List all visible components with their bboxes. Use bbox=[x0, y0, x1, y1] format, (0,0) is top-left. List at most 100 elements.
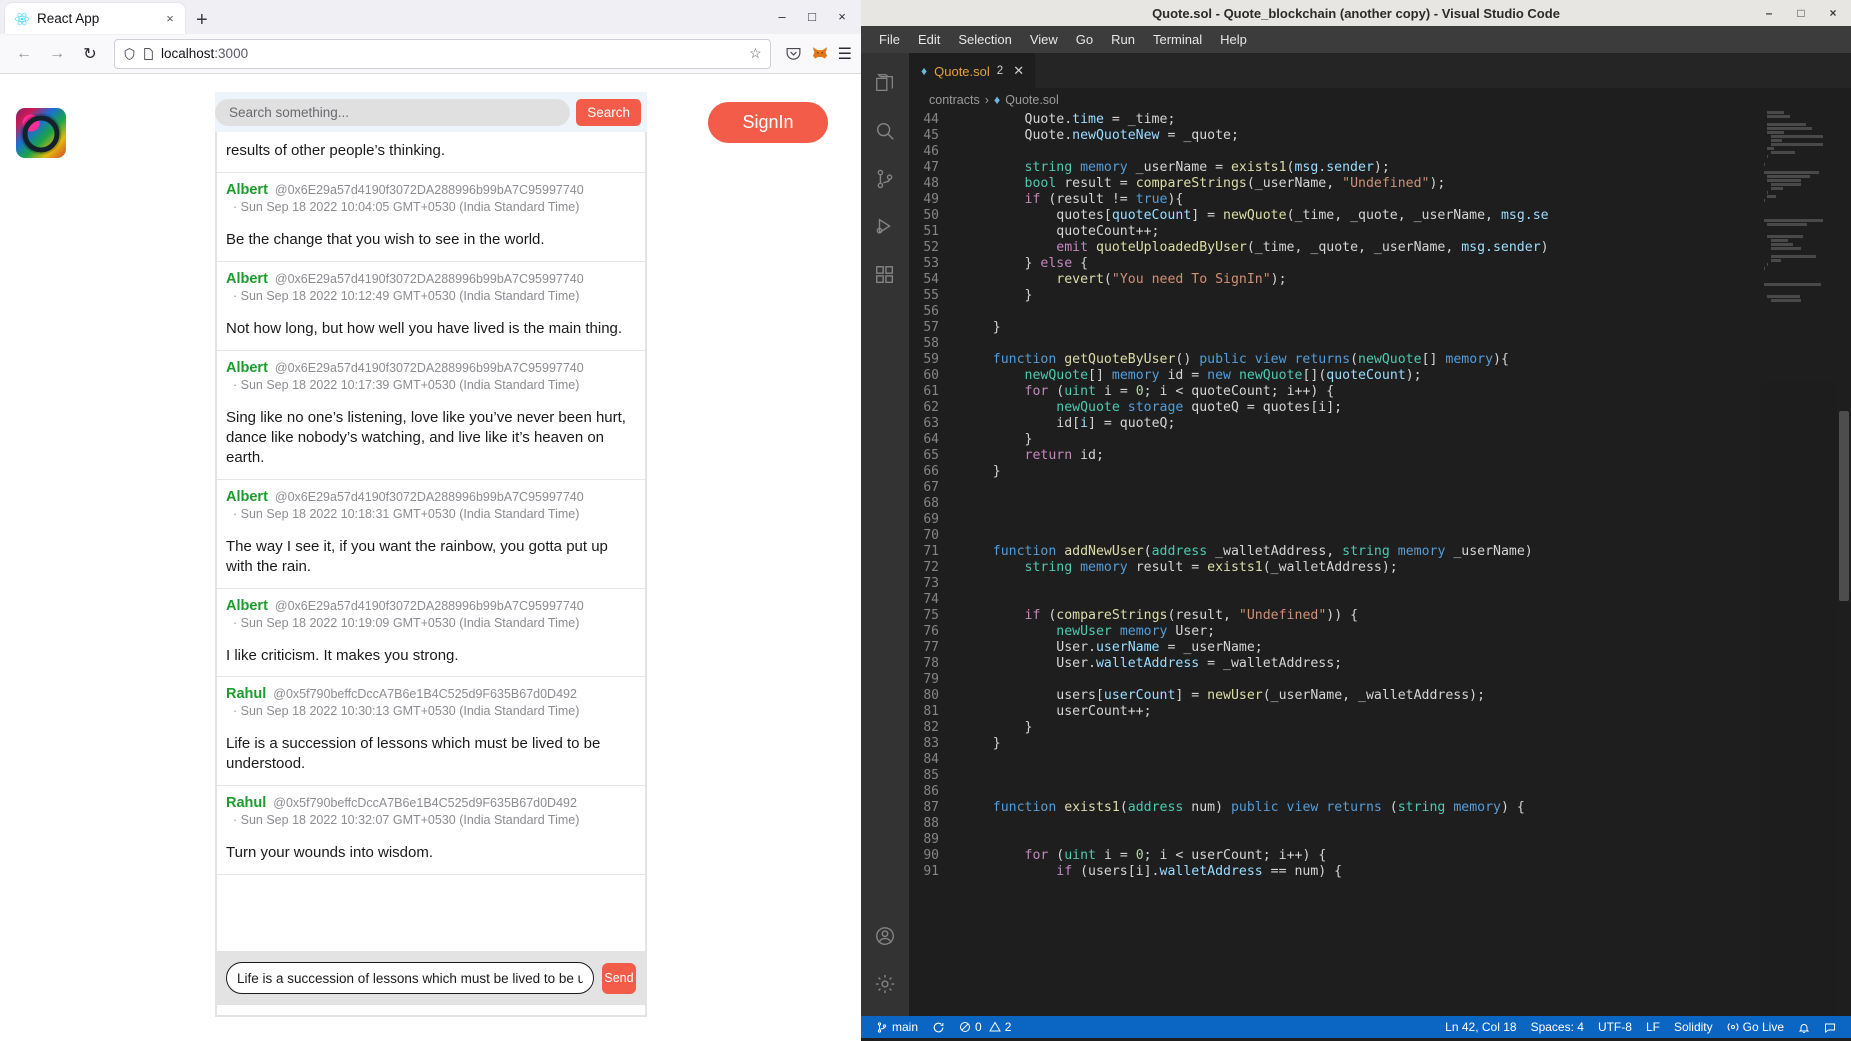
code-line[interactable]: 47 string memory _userName = exists1(msg… bbox=[909, 159, 1851, 175]
code-line[interactable]: 72 string memory result = exists1(_walle… bbox=[909, 559, 1851, 575]
quote-card[interactable]: Albert @0x6E29a57d4190f3072DA288996b99bA7… bbox=[217, 479, 645, 589]
breadcrumb-file[interactable]: Quote.sol bbox=[1005, 93, 1059, 107]
menu-selection[interactable]: Selection bbox=[949, 26, 1020, 53]
run-debug-icon[interactable] bbox=[861, 203, 909, 251]
code-line[interactable]: 90 for (uint i = 0; i < userCount; i++) … bbox=[909, 847, 1851, 863]
quote-card[interactable]: Albert @0x6E29a57d4190f3072DA288996b99bA7… bbox=[217, 172, 645, 262]
search-input[interactable] bbox=[215, 98, 571, 126]
search-button[interactable]: Search bbox=[576, 98, 641, 126]
code-line[interactable]: 75 if (compareStrings(result, "Undefined… bbox=[909, 607, 1851, 623]
status-encoding[interactable]: UTF-8 bbox=[1591, 1016, 1639, 1038]
menu-file[interactable]: File bbox=[870, 26, 909, 53]
metamask-fox-icon[interactable] bbox=[811, 45, 829, 62]
code-line[interactable]: 59 function getQuoteByUser() public view… bbox=[909, 351, 1851, 367]
code-line[interactable]: 78 User.walletAddress = _walletAddress; bbox=[909, 655, 1851, 671]
quote-card[interactable]: Albert @0x6E29a57d4190f3072DA288996b99bA7… bbox=[217, 261, 645, 351]
code-line[interactable]: 84 bbox=[909, 751, 1851, 767]
status-branch[interactable]: main bbox=[869, 1016, 925, 1038]
maximize-button[interactable]: □ bbox=[797, 3, 827, 30]
menu-help[interactable]: Help bbox=[1211, 26, 1256, 53]
reload-button[interactable]: ↻ bbox=[75, 39, 105, 69]
send-button[interactable]: Send bbox=[602, 962, 636, 994]
code-line[interactable]: 50 quotes[quoteCount] = newQuote(_time, … bbox=[909, 207, 1851, 223]
code-editor[interactable]: 44 Quote.time = _time; 45 Quote.newQuoteN… bbox=[909, 111, 1851, 1016]
code-line[interactable]: 73 bbox=[909, 575, 1851, 591]
code-line[interactable]: 89 bbox=[909, 831, 1851, 847]
settings-gear-icon[interactable] bbox=[861, 960, 909, 1008]
quote-author-name[interactable]: Rahul bbox=[226, 686, 266, 702]
code-line[interactable]: 62 newQuote storage quoteQ = quotes[i]; bbox=[909, 399, 1851, 415]
vscode-minimize-button[interactable]: – bbox=[1753, 0, 1785, 26]
quote-card[interactable]: Albert @0x6E29a57d4190f3072DA288996b99bA7… bbox=[217, 588, 645, 678]
bookmark-star-icon[interactable]: ☆ bbox=[749, 45, 762, 62]
quote-author-name[interactable]: Albert bbox=[226, 598, 268, 614]
code-line[interactable]: 76 newUser memory User; bbox=[909, 623, 1851, 639]
shield-icon[interactable] bbox=[123, 47, 136, 61]
code-line[interactable]: 77 User.userName = _userName; bbox=[909, 639, 1851, 655]
status-go-live[interactable]: Go Live bbox=[1720, 1016, 1791, 1038]
code-line[interactable]: 46 bbox=[909, 143, 1851, 159]
menu-go[interactable]: Go bbox=[1067, 26, 1102, 53]
code-line[interactable]: 60 newQuote[] memory id = new newQuote[]… bbox=[909, 367, 1851, 383]
code-line[interactable]: 54 revert("You need To SignIn"); bbox=[909, 271, 1851, 287]
code-line[interactable]: 79 bbox=[909, 671, 1851, 687]
code-line[interactable]: 52 emit quoteUploadedByUser(_time, _quot… bbox=[909, 239, 1851, 255]
code-line[interactable]: 87 function exists1(address num) public … bbox=[909, 799, 1851, 815]
code-line[interactable]: 83 } bbox=[909, 735, 1851, 751]
code-line[interactable]: 53 } else { bbox=[909, 255, 1851, 271]
address-bar[interactable]: localhost:3000 ☆ bbox=[114, 38, 771, 69]
quote-card[interactable]: Rahul @0x5f790beffcDccA7B6e1B4C525d9F635B… bbox=[217, 786, 645, 876]
breadcrumb-folder[interactable]: contracts bbox=[929, 93, 980, 107]
code-line[interactable]: 85 bbox=[909, 767, 1851, 783]
code-line[interactable]: 63 id[i] = quoteQ; bbox=[909, 415, 1851, 431]
quote-feed[interactable]: results of other people’s thinking. Alber… bbox=[215, 132, 647, 951]
quote-card[interactable]: Albert @0x6E29a57d4190f3072DA288996b99bA7… bbox=[217, 350, 645, 480]
code-line[interactable]: 74 bbox=[909, 591, 1851, 607]
minimize-button[interactable]: – bbox=[767, 3, 797, 30]
code-line[interactable]: 58 bbox=[909, 335, 1851, 351]
signin-button[interactable]: SignIn bbox=[708, 102, 828, 143]
code-content[interactable]: 44 Quote.time = _time; 45 Quote.newQuoteN… bbox=[909, 111, 1851, 1016]
status-cursor-position[interactable]: Ln 42, Col 18 bbox=[1438, 1016, 1523, 1038]
quote-author-name[interactable]: Albert bbox=[226, 271, 268, 287]
code-line[interactable]: 65 return id; bbox=[909, 447, 1851, 463]
code-line[interactable]: 51 quoteCount++; bbox=[909, 223, 1851, 239]
forward-button[interactable]: → bbox=[42, 39, 72, 69]
code-line[interactable]: 57 } bbox=[909, 319, 1851, 335]
search-icon[interactable] bbox=[861, 107, 909, 155]
code-line[interactable]: 68 bbox=[909, 495, 1851, 511]
close-window-button[interactable]: × bbox=[827, 3, 857, 30]
quote-author-name[interactable]: Albert bbox=[226, 182, 268, 198]
extensions-icon[interactable] bbox=[861, 251, 909, 299]
code-line[interactable]: 91 if (users[i].walletAddress == num) { bbox=[909, 863, 1851, 879]
code-line[interactable]: 88 bbox=[909, 815, 1851, 831]
quote-card[interactable]: Rahul @0x5f790beffcDccA7B6e1B4C525d9F635B… bbox=[217, 677, 645, 787]
code-line[interactable]: 69 bbox=[909, 511, 1851, 527]
code-line[interactable]: 56 bbox=[909, 303, 1851, 319]
status-sync-icon[interactable] bbox=[925, 1016, 952, 1038]
code-line[interactable]: 48 bool result = compareStrings(_userNam… bbox=[909, 175, 1851, 191]
explorer-icon[interactable] bbox=[861, 59, 909, 107]
status-language-mode[interactable]: Solidity bbox=[1667, 1016, 1720, 1038]
code-line[interactable]: 67 bbox=[909, 479, 1851, 495]
close-icon[interactable]: ✕ bbox=[1013, 63, 1024, 79]
quote-author-name[interactable]: Albert bbox=[226, 360, 268, 376]
code-line[interactable]: 71 function addNewUser(address _walletAd… bbox=[909, 543, 1851, 559]
code-line[interactable]: 81 userCount++; bbox=[909, 703, 1851, 719]
code-line[interactable]: 55 } bbox=[909, 287, 1851, 303]
browser-tab-react-app[interactable]: React App × bbox=[5, 3, 185, 34]
quote-author-name[interactable]: Rahul bbox=[226, 795, 266, 811]
status-problems[interactable]: 0 2 bbox=[952, 1016, 1018, 1038]
back-button[interactable]: ← bbox=[9, 39, 39, 69]
quote-card[interactable]: results of other people’s thinking. bbox=[217, 141, 645, 173]
code-line[interactable]: 80 users[userCount] = newUser(_userName,… bbox=[909, 687, 1851, 703]
code-line[interactable]: 61 for (uint i = 0; i < quoteCount; i++)… bbox=[909, 383, 1851, 399]
menu-terminal[interactable]: Terminal bbox=[1144, 26, 1211, 53]
page-icon[interactable] bbox=[143, 47, 154, 61]
code-line[interactable]: 86 bbox=[909, 783, 1851, 799]
quote-author-name[interactable]: Albert bbox=[226, 489, 268, 505]
bell-icon[interactable] bbox=[1791, 1016, 1817, 1038]
menu-run[interactable]: Run bbox=[1102, 26, 1144, 53]
code-line[interactable]: 82 } bbox=[909, 719, 1851, 735]
status-indentation[interactable]: Spaces: 4 bbox=[1524, 1016, 1591, 1038]
